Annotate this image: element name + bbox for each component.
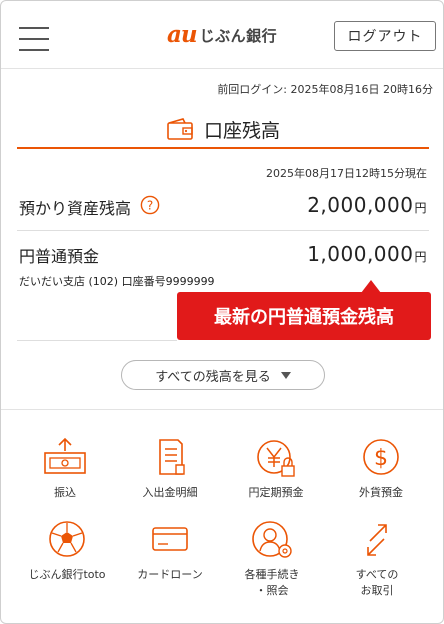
card-icon <box>152 527 188 551</box>
hamburger-menu-icon[interactable] <box>19 25 49 53</box>
menu-item-label: 円定期預金 <box>248 486 304 499</box>
show-all-balances-label: すべての残高を見る <box>155 368 271 384</box>
section-title: 口座残高 <box>1 111 443 147</box>
wallet-icon <box>167 118 193 140</box>
total-assets-label: 預かり資産残高 <box>19 199 132 218</box>
balance-timestamp: 2025年08月17日12時15分現在 <box>266 167 427 180</box>
ordinary-deposit-label: 円普通預金 <box>19 247 100 266</box>
ordinary-deposit-amount: 1,000,000円 <box>307 242 427 266</box>
show-all-balances-button[interactable]: すべての残高を見る <box>121 360 325 390</box>
menu-item-card-loan[interactable]: カードローン <box>116 519 224 583</box>
menu-item-yen-time-deposit[interactable]: 円定期預金 <box>222 437 330 501</box>
title-underline <box>17 147 429 149</box>
app-frame: au じぶん銀行 ログアウト 前回ログイン: 2025年08月16日 20時16… <box>0 0 444 624</box>
soccer-ball-icon <box>49 521 85 557</box>
last-login-info: 前回ログイン: 2025年08月16日 20時16分 <box>217 83 433 96</box>
statement-icon <box>159 439 185 475</box>
transfer-icon <box>44 437 86 474</box>
person-gear-icon <box>252 521 292 558</box>
menu-item-label: すべての お取引 <box>355 568 399 597</box>
yen-time-deposit-icon <box>257 440 295 477</box>
total-assets-amount: 2,000,000円 <box>307 193 427 217</box>
menu-item-label: 振込 <box>54 486 76 499</box>
logout-button[interactable]: ログアウト <box>334 21 436 51</box>
exchange-arrows-icon <box>367 524 387 556</box>
foreign-currency-icon: $ <box>363 439 399 475</box>
currency-unit: 円 <box>414 201 427 215</box>
menu-item-label: カードローン <box>137 568 203 581</box>
currency-unit: 円 <box>414 250 427 264</box>
triangle-down-icon <box>280 371 291 379</box>
menu-item-transfer[interactable]: 振込 <box>11 437 119 501</box>
menu-item-label: じぶん銀行toto <box>28 568 106 581</box>
menu-divider <box>1 409 443 410</box>
menu-item-all-transactions[interactable]: すべての お取引 <box>323 519 431 599</box>
svg-text:?: ? <box>147 199 153 213</box>
header: au じぶん銀行 ログアウト <box>1 1 443 69</box>
menu-item-label: 入出金明細 <box>142 486 198 499</box>
page-title: 口座残高 <box>203 119 280 142</box>
logo[interactable]: au じぶん銀行 <box>167 23 277 47</box>
branch-account-info: だいだい支店 (102) 口座番号9999999 <box>19 275 215 288</box>
latest-balance-callout: 最新の円普通預金残高 <box>177 292 431 340</box>
menu-item-toto[interactable]: じぶん銀行toto <box>13 519 121 583</box>
menu-item-statement[interactable]: 入出金明細 <box>116 437 224 501</box>
menu-item-foreign-currency[interactable]: $ 外貨預金 <box>327 437 435 501</box>
help-icon[interactable]: ? <box>140 195 160 215</box>
menu-item-label: 各種手続き ・照会 <box>244 568 300 597</box>
divider <box>17 230 429 231</box>
logo-mark: au <box>167 21 198 48</box>
divider <box>17 340 177 341</box>
logo-text: じぶん銀行 <box>199 26 278 45</box>
svg-text:$: $ <box>374 446 388 471</box>
menu-item-procedures[interactable]: 各種手続き ・照会 <box>218 519 326 599</box>
menu-item-label: 外貨預金 <box>359 486 403 499</box>
